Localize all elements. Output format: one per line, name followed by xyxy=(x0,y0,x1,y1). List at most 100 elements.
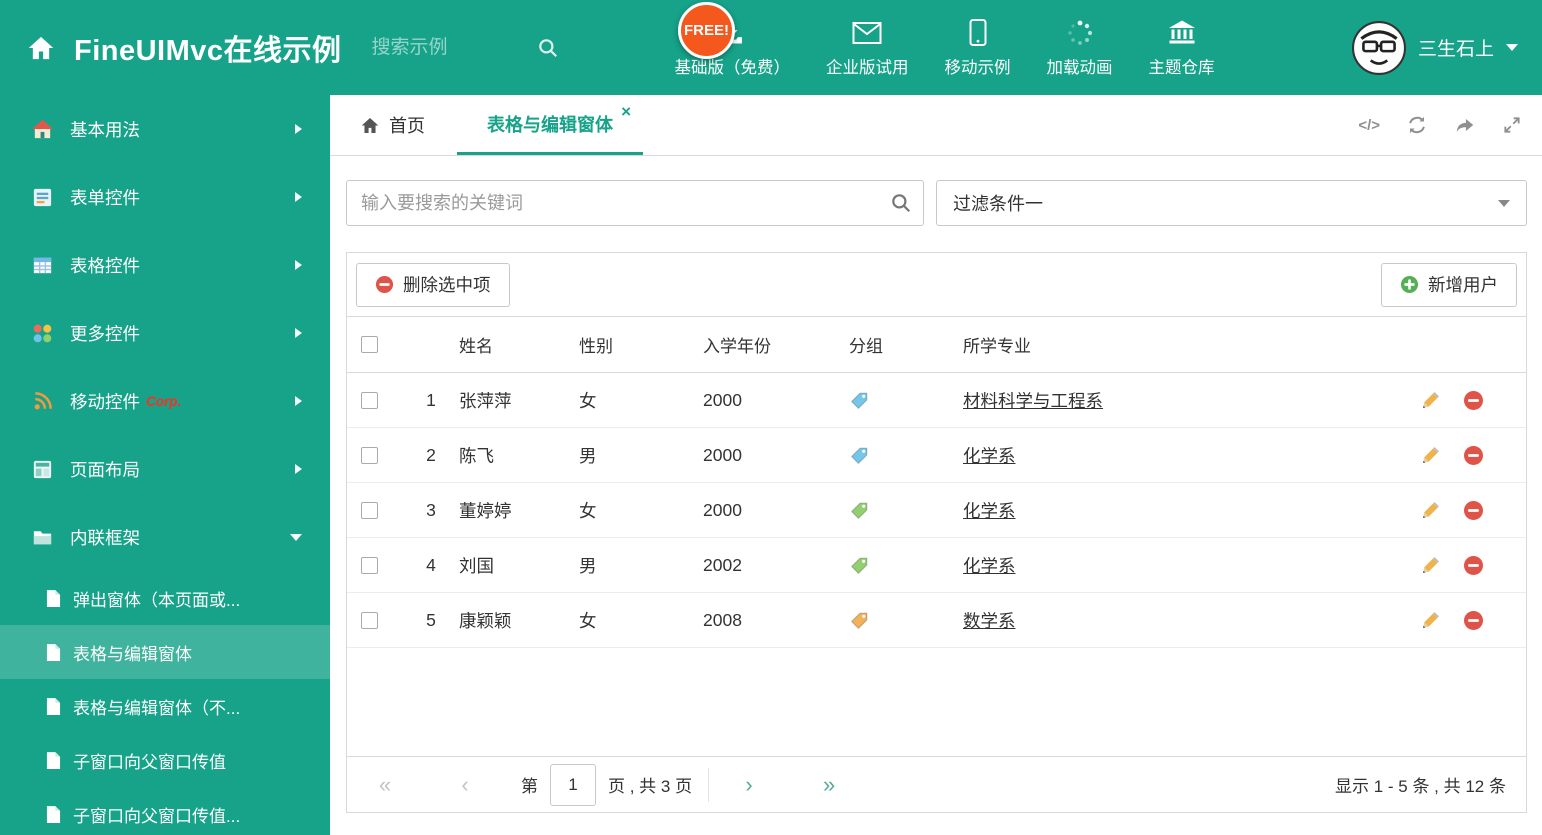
row-checkbox[interactable] xyxy=(361,556,378,574)
row-checkbox[interactable] xyxy=(361,611,378,629)
prev-page-button[interactable]: ‹ xyxy=(453,773,477,796)
user-menu[interactable]: 三生石上 xyxy=(1351,20,1518,75)
table-icon xyxy=(30,254,54,277)
major-link[interactable]: 化学系 xyxy=(963,498,1016,523)
edit-icon[interactable] xyxy=(1421,445,1441,465)
sidebar-subitem-grid-edit-window-2[interactable]: 表格与编辑窗体（不... xyxy=(0,679,330,733)
tab-home[interactable]: 首页 xyxy=(346,95,439,155)
nav-label: 移动示例 xyxy=(944,58,1011,77)
major-link[interactable]: 化学系 xyxy=(963,443,1016,468)
sidebar-item-more-controls[interactable]: 更多控件 xyxy=(0,299,330,367)
column-header-group[interactable]: 分组 xyxy=(849,317,963,372)
next-page-button[interactable]: › xyxy=(737,773,761,796)
row-checkbox[interactable] xyxy=(361,391,378,409)
open-new-window-icon[interactable] xyxy=(1454,114,1476,136)
close-icon[interactable]: × xyxy=(621,103,631,120)
filter-dropdown[interactable]: 过滤条件一 xyxy=(936,180,1527,226)
nav-item-loading-animation[interactable]: 加载动画 xyxy=(1047,18,1113,78)
tab-bar: 首页 表格与编辑窗体 × </> xyxy=(330,95,1542,156)
search-icon[interactable] xyxy=(890,192,912,214)
edit-icon[interactable] xyxy=(1421,555,1441,575)
table-row[interactable]: 3 董婷婷 女 2000 化学系 xyxy=(347,483,1526,538)
cell-name: 刘国 xyxy=(459,555,494,576)
sidebar-item-mobile-controls[interactable]: 移动控件 Corp. xyxy=(0,367,330,435)
nav-item-theme-repo[interactable]: 主题仓库 xyxy=(1149,18,1215,78)
app-window: FineUIMvc在线示例 FREE! 基础版（免费） 企业版试用 xyxy=(0,0,1542,835)
envelope-icon xyxy=(852,18,882,48)
last-page-button[interactable]: » xyxy=(817,773,841,796)
cell-gender: 女 xyxy=(579,500,597,521)
nav-item-mobile-demo[interactable]: 移动示例 xyxy=(945,18,1011,78)
home-icon[interactable] xyxy=(26,34,56,62)
column-header-major[interactable]: 所学专业 xyxy=(963,317,1386,372)
cell-name: 康颖颖 xyxy=(459,610,512,631)
cell-gender: 男 xyxy=(579,555,597,576)
delete-icon[interactable] xyxy=(1463,500,1484,521)
table-row[interactable]: 1 张萍萍 女 2000 材料科学与工程系 xyxy=(347,373,1526,428)
sidebar-item-basic-usage[interactable]: 基本用法 xyxy=(0,95,330,163)
table-row[interactable]: 2 陈飞 男 2000 化学系 xyxy=(347,428,1526,483)
column-header-year[interactable]: 入学年份 xyxy=(703,317,849,372)
refresh-icon[interactable] xyxy=(1406,114,1428,136)
plus-circle-icon xyxy=(1400,275,1419,294)
nav-label: 主题仓库 xyxy=(1148,58,1215,77)
table-row[interactable]: 5 康颖颖 女 2008 数学系 xyxy=(347,593,1526,648)
column-header-gender[interactable]: 性别 xyxy=(579,317,703,372)
delete-selected-button[interactable]: 删除选中项 xyxy=(356,262,510,307)
layout-icon xyxy=(30,458,54,481)
delete-icon[interactable] xyxy=(1463,555,1484,576)
column-header-name[interactable]: 姓名 xyxy=(459,317,579,372)
source-code-icon[interactable]: </> xyxy=(1358,117,1380,134)
select-all-checkbox[interactable] xyxy=(361,336,378,353)
keyword-search-input[interactable] xyxy=(346,180,924,226)
tag-icon xyxy=(849,390,870,411)
first-page-button[interactable]: « xyxy=(373,773,397,796)
column-header-actions xyxy=(1386,317,1526,372)
edit-icon[interactable] xyxy=(1421,390,1441,410)
row-number: 2 xyxy=(426,444,436,465)
sidebar-item-inline-frame[interactable]: 内联框架 xyxy=(0,503,330,571)
delete-icon[interactable] xyxy=(1463,610,1484,631)
home-icon xyxy=(360,116,380,135)
tag-icon xyxy=(849,610,870,631)
edit-icon[interactable] xyxy=(1421,610,1441,630)
minus-circle-icon xyxy=(375,275,394,294)
cell-name: 董婷婷 xyxy=(459,500,512,521)
file-icon xyxy=(46,751,61,770)
delete-icon[interactable] xyxy=(1463,445,1484,466)
nav-item-enterprise-trial[interactable]: 企业版试用 xyxy=(826,18,909,78)
table-row[interactable]: 4 刘国 男 2002 化学系 xyxy=(347,538,1526,593)
avatar[interactable] xyxy=(1351,20,1406,75)
tag-icon xyxy=(849,500,870,521)
sidebar-item-form-controls[interactable]: 表单控件 xyxy=(0,163,330,231)
sidebar-subitem-label: 表格与编辑窗体 xyxy=(73,644,192,664)
search-icon[interactable] xyxy=(537,37,559,59)
maximize-icon[interactable] xyxy=(1502,115,1522,135)
delete-icon[interactable] xyxy=(1463,390,1484,411)
cell-year: 2002 xyxy=(703,554,742,575)
sidebar-subitem-child-to-parent[interactable]: 子窗口向父窗口传值 xyxy=(0,733,330,787)
sidebar-item-page-layout[interactable]: 页面布局 xyxy=(0,435,330,503)
tag-icon xyxy=(849,555,870,576)
sidebar-subitem-grid-edit-window[interactable]: 表格与编辑窗体 xyxy=(0,625,330,679)
tab-grid-edit-window[interactable]: 表格与编辑窗体 × xyxy=(457,95,643,155)
row-checkbox[interactable] xyxy=(361,446,378,464)
row-checkbox[interactable] xyxy=(361,501,378,519)
major-link[interactable]: 材料科学与工程系 xyxy=(963,388,1103,413)
cell-year: 2000 xyxy=(703,444,742,465)
header-search-input[interactable] xyxy=(371,36,537,59)
sidebar-subitem-child-to-parent-2[interactable]: 子窗口向父窗口传值... xyxy=(0,787,330,835)
page-number-input[interactable] xyxy=(550,763,596,806)
sidebar: 基本用法 表单控件 表格控件 更多控件 移动控件 Corp. 页面布局 内联框架… xyxy=(0,95,330,835)
cell-year: 2000 xyxy=(703,389,742,410)
sidebar-item-grid-controls[interactable]: 表格控件 xyxy=(0,231,330,299)
sidebar-subitem-popup-window[interactable]: 弹出窗体（本页面或... xyxy=(0,571,330,625)
major-link[interactable]: 数学系 xyxy=(963,608,1016,633)
add-user-button[interactable]: 新增用户 xyxy=(1381,262,1517,307)
chevron-right-icon xyxy=(295,260,302,270)
sidebar-item-label: 内联框架 xyxy=(70,527,140,548)
page-label-prefix: 第 xyxy=(521,777,538,796)
keyword-search-box xyxy=(346,180,924,226)
major-link[interactable]: 化学系 xyxy=(963,553,1016,578)
edit-icon[interactable] xyxy=(1421,500,1441,520)
